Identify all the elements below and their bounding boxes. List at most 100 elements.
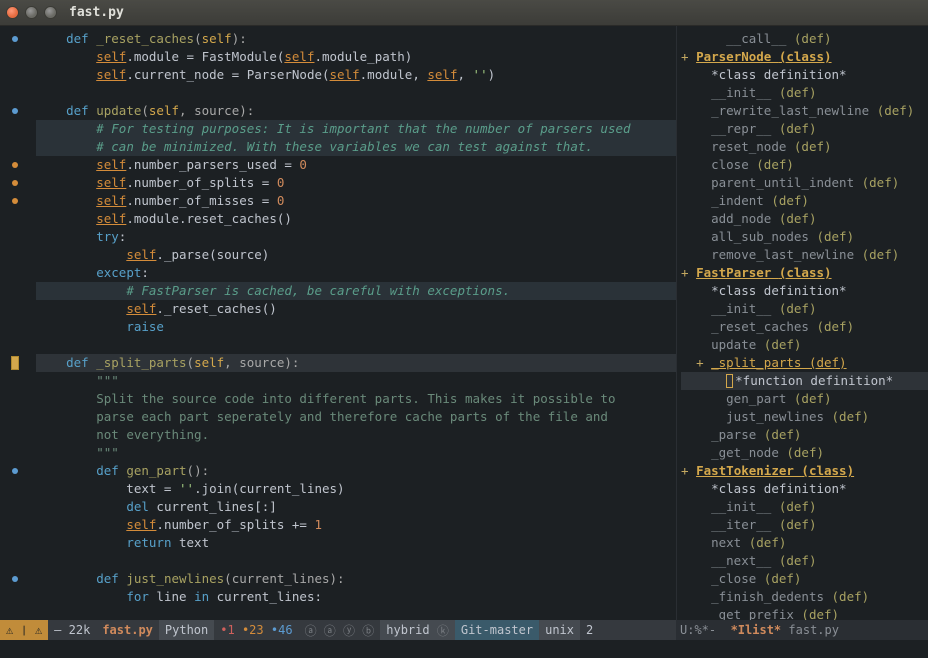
outline-item[interactable]: remove_last_newline (def): [681, 246, 928, 264]
outline-item[interactable]: *function definition*: [681, 372, 928, 390]
gutter-row: [0, 372, 30, 390]
code-line[interactable]: text = ''.join(current_lines): [36, 480, 676, 498]
outline-item[interactable]: _get_prefix (def): [681, 606, 928, 620]
code-line[interactable]: """: [36, 372, 676, 390]
code-line[interactable]: del current_lines[:]: [36, 498, 676, 516]
code-line[interactable]: # FastParser is cached, be careful with …: [36, 282, 676, 300]
outline-item[interactable]: + _split_parts (def): [681, 354, 928, 372]
code-line[interactable]: not everything.: [36, 426, 676, 444]
code-line[interactable]: self._parse(source): [36, 246, 676, 264]
outline-item[interactable]: _get_node (def): [681, 444, 928, 462]
code-line[interactable]: self.module = FastModule(self.module_pat…: [36, 48, 676, 66]
outline-item[interactable]: __call__ (def): [681, 30, 928, 48]
outline-item[interactable]: reset_node (def): [681, 138, 928, 156]
outline-item[interactable]: _rewrite_last_newline (def): [681, 102, 928, 120]
maximize-icon[interactable]: [44, 6, 57, 19]
code-line[interactable]: """: [36, 444, 676, 462]
outline-item[interactable]: _finish_dedents (def): [681, 588, 928, 606]
code-line[interactable]: self.number_of_splits += 1: [36, 516, 676, 534]
outline-item[interactable]: _reset_caches (def): [681, 318, 928, 336]
gutter-row: [0, 120, 30, 138]
outline-item[interactable]: + FastTokenizer (class): [681, 462, 928, 480]
code-line[interactable]: def update(self, source):: [36, 102, 676, 120]
git-branch[interactable]: Git-master: [455, 620, 539, 640]
gutter-row: [0, 30, 30, 48]
outline-item[interactable]: __repr__ (def): [681, 120, 928, 138]
gutter-row: [0, 210, 30, 228]
outline-item[interactable]: *class definition*: [681, 282, 928, 300]
code-line[interactable]: def gen_part():: [36, 462, 676, 480]
code-line[interactable]: def _split_parts(self, source):: [36, 354, 676, 372]
code-line[interactable]: raise: [36, 318, 676, 336]
code-line[interactable]: self.number_of_misses = 0: [36, 192, 676, 210]
outline-item[interactable]: next (def): [681, 534, 928, 552]
outline-item[interactable]: all_sub_nodes (def): [681, 228, 928, 246]
window-controls: [6, 6, 57, 19]
outline-pane[interactable]: __call__ (def)+ ParserNode (class) *clas…: [676, 26, 928, 620]
code-line[interactable]: except:: [36, 264, 676, 282]
gutter-row: [0, 264, 30, 282]
outline-item[interactable]: close (def): [681, 156, 928, 174]
gutter-row: [0, 174, 30, 192]
outline-item[interactable]: __init__ (def): [681, 84, 928, 102]
code-line[interactable]: parse each part seperately and therefore…: [36, 408, 676, 426]
code-line[interactable]: [36, 84, 676, 102]
outline-item[interactable]: _indent (def): [681, 192, 928, 210]
code-line[interactable]: self._reset_caches(): [36, 300, 676, 318]
code-line[interactable]: [36, 552, 676, 570]
code-line[interactable]: def just_newlines(current_lines):: [36, 570, 676, 588]
modeline-right-buffer: *Ilist*: [731, 623, 782, 637]
position: 2: [580, 620, 599, 640]
outline-item[interactable]: __iter__ (def): [681, 516, 928, 534]
code-line[interactable]: self.current_node = ParserNode(self.modu…: [36, 66, 676, 84]
outline-item[interactable]: update (def): [681, 336, 928, 354]
gutter-row: [0, 156, 30, 174]
input-method-icons: ⓐ ⓐ ⓨ ⓑ: [299, 620, 381, 640]
outline-cursor: [726, 374, 733, 388]
minimize-icon[interactable]: [25, 6, 38, 19]
outline-item[interactable]: _parse (def): [681, 426, 928, 444]
outline-item[interactable]: __init__ (def): [681, 300, 928, 318]
window-title: fast.py: [69, 5, 124, 20]
close-icon[interactable]: [6, 6, 19, 19]
window-titlebar: fast.py: [0, 0, 928, 26]
modeline-right-prefix: U:%*-: [680, 623, 716, 637]
outline-item[interactable]: __init__ (def): [681, 498, 928, 516]
gutter-row: [0, 570, 30, 588]
outline-item[interactable]: *class definition*: [681, 66, 928, 84]
code-line[interactable]: [36, 336, 676, 354]
minibuffer[interactable]: [0, 640, 928, 658]
code-line[interactable]: # can be minimized. With these variables…: [36, 138, 676, 156]
code-line[interactable]: def _reset_caches(self):: [36, 30, 676, 48]
outline-item[interactable]: __next__ (def): [681, 552, 928, 570]
outline-item[interactable]: _close (def): [681, 570, 928, 588]
editor-gutter: [0, 26, 30, 620]
flycheck-counts: •1 •23 •46: [214, 620, 298, 640]
outline-item[interactable]: gen_part (def): [681, 390, 928, 408]
modeline-major-mode[interactable]: Python: [159, 620, 214, 640]
outline-item[interactable]: parent_until_indent (def): [681, 174, 928, 192]
outline-item[interactable]: + ParserNode (class): [681, 48, 928, 66]
gutter-row: [0, 102, 30, 120]
code-line[interactable]: self.module.reset_caches(): [36, 210, 676, 228]
gutter-row: [0, 192, 30, 210]
code-line[interactable]: try:: [36, 228, 676, 246]
gutter-row: [0, 534, 30, 552]
gutter-row: [0, 246, 30, 264]
code-line[interactable]: self.number_of_splits = 0: [36, 174, 676, 192]
code-line[interactable]: for line in current_lines:: [36, 588, 676, 606]
outline-item[interactable]: + FastParser (class): [681, 264, 928, 282]
input-method[interactable]: hybrid ⓚ: [380, 620, 455, 640]
editor-pane[interactable]: def _reset_caches(self): self.module = F…: [0, 26, 676, 620]
gutter-row: [0, 426, 30, 444]
outline-item[interactable]: *class definition*: [681, 480, 928, 498]
code-line[interactable]: self.number_parsers_used = 0: [36, 156, 676, 174]
code-line[interactable]: return text: [36, 534, 676, 552]
main-area: def _reset_caches(self): self.module = F…: [0, 26, 928, 620]
code-line[interactable]: # For testing purposes: It is important …: [36, 120, 676, 138]
gutter-row: [0, 48, 30, 66]
outline-item[interactable]: just_newlines (def): [681, 408, 928, 426]
code-line[interactable]: Split the source code into different par…: [36, 390, 676, 408]
outline-item[interactable]: add_node (def): [681, 210, 928, 228]
editor-code[interactable]: def _reset_caches(self): self.module = F…: [30, 26, 676, 620]
